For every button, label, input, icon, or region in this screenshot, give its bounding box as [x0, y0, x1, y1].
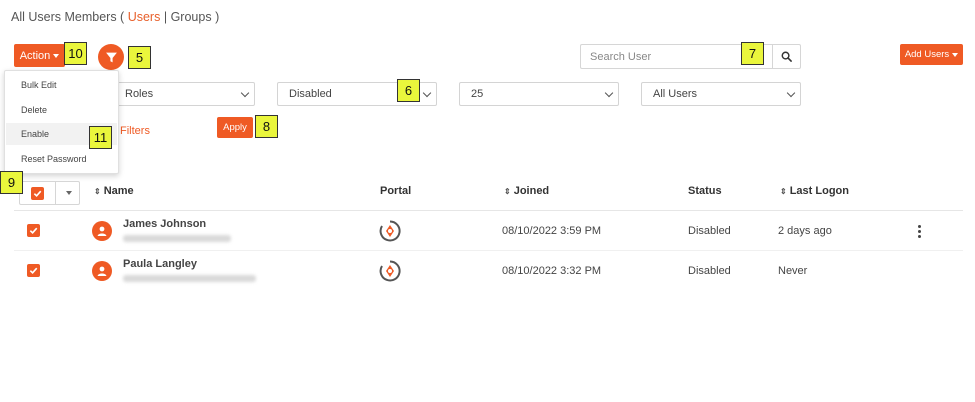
action-button[interactable]: Action	[14, 44, 65, 67]
column-header-portal: Portal	[380, 185, 411, 197]
search-icon	[781, 51, 792, 62]
page-size-select[interactable]: 25	[459, 82, 619, 106]
annotation-badge-7: 7	[741, 42, 764, 65]
sort-icon: ⇕	[780, 187, 787, 196]
check-icon	[33, 190, 42, 197]
sort-icon: ⇕	[94, 187, 101, 196]
row-checkbox-box[interactable]	[27, 224, 40, 237]
add-users-button[interactable]: Add Users	[900, 44, 963, 65]
menu-item-bulk-edit[interactable]: Bulk Edit	[6, 74, 117, 96]
user-scope-select-value: All Users	[653, 88, 698, 100]
page-size-select-value: 25	[471, 88, 484, 100]
user-icon	[97, 226, 107, 236]
chevron-down-icon	[422, 88, 432, 97]
redacted-email	[123, 235, 231, 242]
row-more-options-icon[interactable]	[918, 225, 921, 238]
row-checkbox[interactable]	[27, 224, 40, 237]
column-header-joined[interactable]: ⇕ Joined	[504, 185, 549, 197]
roles-select[interactable]: Roles	[113, 82, 255, 106]
row-checkbox[interactable]	[27, 264, 40, 277]
table-header-divider	[14, 210, 963, 211]
menu-item-reset-password[interactable]: Reset Password	[6, 148, 117, 170]
last-logon-text: 2 days ago	[778, 225, 832, 237]
chevron-down-icon	[786, 88, 796, 97]
column-header-last-logon-label: Last Logon	[789, 185, 849, 197]
bulk-select-control[interactable]	[19, 181, 80, 205]
bulk-select-dropdown[interactable]	[56, 182, 79, 204]
annotation-badge-5: 5	[128, 46, 151, 69]
avatar	[92, 221, 112, 241]
status-text: Disabled	[688, 225, 731, 237]
annotation-badge-6: 6	[397, 79, 420, 102]
breadcrumb: All Users Members ( Users | Groups )	[11, 10, 219, 24]
user-name[interactable]: James Johnson	[123, 218, 206, 230]
joined-date: 08/10/2022 3:59 PM	[502, 225, 602, 237]
select-all-checkbox[interactable]	[31, 186, 44, 200]
annotation-badge-11: 11	[89, 126, 112, 149]
column-header-status: Status	[688, 185, 722, 197]
search-button[interactable]	[772, 44, 801, 69]
column-header-joined-label: Joined	[513, 185, 550, 197]
groups-link[interactable]: Groups	[171, 10, 212, 24]
column-header-name-label: Name	[103, 185, 134, 197]
column-header-last-logon[interactable]: ⇕ Last Logon	[780, 185, 849, 197]
annotation-badge-8: 8	[255, 115, 278, 138]
user-icon	[97, 266, 107, 276]
select-all-cell	[20, 182, 56, 204]
user-scope-select[interactable]: All Users	[641, 82, 801, 106]
clear-filters-link[interactable]: Filters	[120, 125, 150, 137]
breadcrumb-separator: |	[163, 10, 168, 24]
row-checkbox-box[interactable]	[27, 264, 40, 277]
column-header-portal-label: Portal	[380, 185, 412, 197]
chevron-down-icon	[604, 88, 614, 97]
check-icon	[29, 267, 38, 275]
joined-date: 08/10/2022 3:32 PM	[502, 265, 602, 277]
users-link[interactable]: Users	[128, 10, 161, 24]
roles-select-value: Roles	[125, 88, 154, 100]
status-select-value: Disabled	[289, 88, 332, 100]
portal-logo-icon	[378, 219, 402, 246]
chevron-down-icon	[240, 88, 250, 97]
redacted-email	[123, 275, 256, 282]
portal-logo-icon	[378, 259, 402, 286]
column-header-name[interactable]: ⇕ Name	[94, 185, 134, 197]
sort-icon: ⇕	[504, 187, 511, 196]
status-text: Disabled	[688, 265, 731, 277]
avatar	[92, 261, 112, 281]
breadcrumb-title: All Users Members (	[11, 10, 125, 24]
caret-down-icon	[53, 53, 60, 58]
annotation-badge-9: 9	[0, 171, 23, 194]
add-users-label: Add Users	[904, 49, 950, 60]
apply-button[interactable]: Apply	[217, 117, 253, 138]
caret-down-icon	[952, 52, 959, 57]
action-menu: Bulk Edit Delete Enable Reset Password	[4, 70, 119, 174]
breadcrumb-close: )	[215, 10, 220, 24]
funnel-icon	[105, 52, 117, 62]
filter-toggle-button[interactable]	[98, 44, 124, 70]
annotation-badge-10: 10	[64, 42, 87, 65]
user-name[interactable]: Paula Langley	[123, 258, 197, 270]
column-header-status-label: Status	[688, 185, 722, 197]
row-divider	[14, 250, 963, 251]
action-button-label: Action	[19, 49, 51, 62]
last-logon-text: Never	[778, 265, 808, 277]
caret-down-icon	[66, 191, 72, 195]
menu-item-delete[interactable]: Delete	[6, 99, 117, 121]
check-icon	[29, 227, 38, 235]
